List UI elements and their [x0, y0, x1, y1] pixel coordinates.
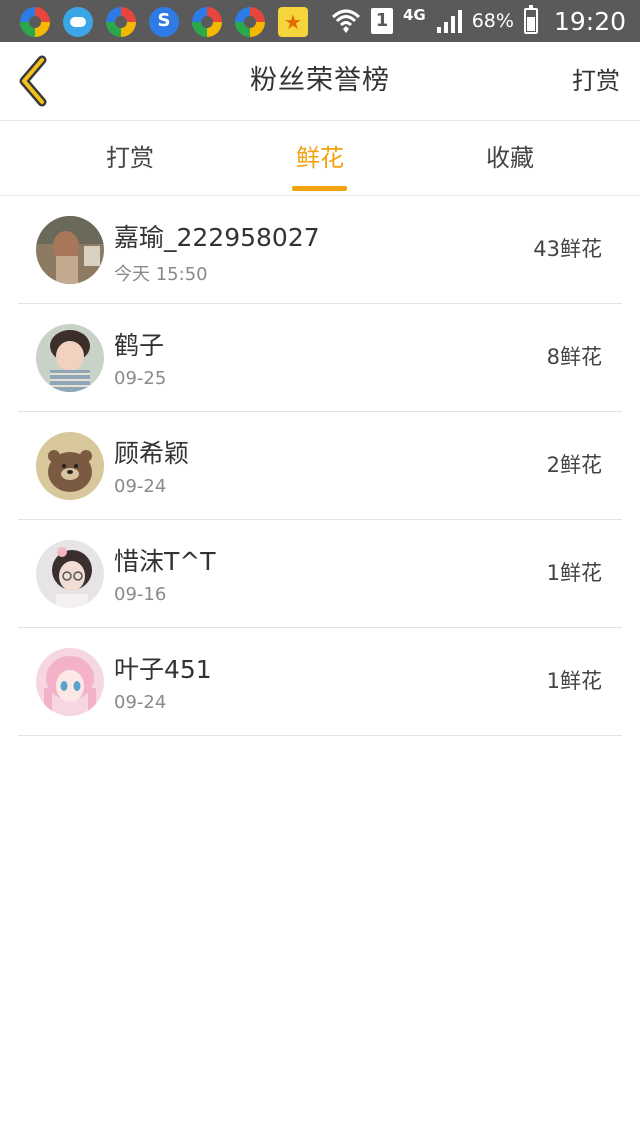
avatar: [36, 324, 104, 392]
clock: 19:20: [553, 6, 626, 36]
fan-name: 叶子451: [114, 655, 212, 684]
wifi-icon: [331, 9, 360, 33]
fan-name: 惜沫T^T: [114, 547, 216, 576]
avatar: [36, 540, 104, 608]
fan-date: 09-16: [114, 584, 167, 605]
system-indicators: 1 4G 68% 19:20: [331, 5, 626, 36]
fan-date: 今天 15:50: [114, 264, 208, 285]
multicolor-app-icon: [235, 7, 265, 37]
list-item[interactable]: 叶子451 09-24 1鲜花: [18, 628, 622, 736]
avatar: [36, 648, 104, 716]
fan-date: 09-24: [114, 476, 167, 497]
multicolor-app-icon: [192, 7, 222, 37]
status-bar: 1 4G 68% 19:20: [0, 0, 640, 42]
sogou-icon: [149, 7, 179, 37]
tab-bar: 打赏 鲜花 收藏: [0, 121, 640, 196]
fan-date: 09-25: [114, 368, 167, 389]
signal-icon: [436, 10, 462, 33]
flower-count: 8鲜花: [546, 345, 602, 369]
list-item[interactable]: 鹤子 09-25 8鲜花: [18, 304, 622, 412]
flower-count: 1鲜花: [546, 669, 602, 693]
avatar: [36, 432, 104, 500]
flower-count: 43鲜花: [533, 237, 602, 261]
tab-favorites[interactable]: 收藏: [440, 121, 580, 195]
sim-indicator: 1: [370, 8, 393, 34]
notification-icons: [20, 7, 308, 37]
reward-button[interactable]: 打赏: [572, 42, 620, 120]
flower-count: 2鲜花: [546, 453, 602, 477]
fan-name: 鹤子: [114, 331, 165, 360]
list-item[interactable]: 惜沫T^T 09-16 1鲜花: [18, 520, 622, 628]
avatar: [36, 216, 104, 284]
network-type: 4G: [402, 6, 426, 24]
battery-icon: [523, 5, 538, 34]
page-title: 粉丝荣誉榜: [250, 65, 390, 96]
tab-flowers[interactable]: 鲜花: [250, 121, 390, 195]
fan-ranking-list: 嘉瑜_222958027 今天 15:50 43鲜花 鹤子 09-25 8鲜花: [18, 196, 622, 736]
multicolor-app-icon: [20, 7, 50, 37]
tab-reward[interactable]: 打赏: [60, 121, 200, 195]
fan-name: 嘉瑜_222958027: [114, 223, 320, 252]
list-item[interactable]: 顾希颖 09-24 2鲜花: [18, 412, 622, 520]
list-item[interactable]: 嘉瑜_222958027 今天 15:50 43鲜花: [18, 196, 622, 304]
multicolor-app-icon: [106, 7, 136, 37]
app-header: 粉丝荣誉榜 打赏: [0, 42, 640, 121]
active-tab-indicator: [292, 186, 347, 191]
star-app-icon: [278, 7, 308, 37]
battery-percent: 68%: [471, 10, 514, 32]
cloud-app-icon: [63, 7, 93, 37]
fan-date: 09-24: [114, 692, 167, 713]
fan-name: 顾希颖: [114, 439, 190, 468]
flower-count: 1鲜花: [546, 561, 602, 585]
